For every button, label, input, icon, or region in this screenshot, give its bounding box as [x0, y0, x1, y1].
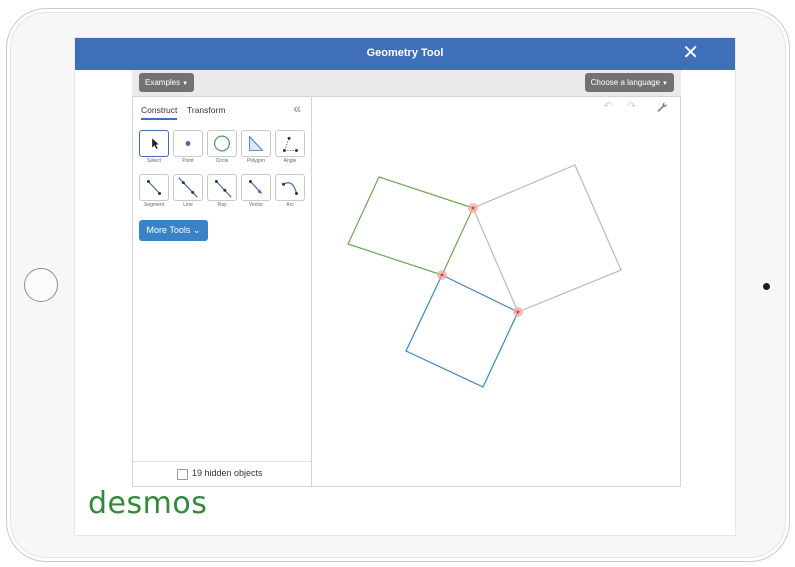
title-bar: Geometry Tool ✕ — [75, 38, 735, 70]
caret-down-icon: ▼ — [662, 81, 668, 87]
square-blue[interactable] — [405, 274, 519, 388]
tool-segment-button[interactable] — [139, 174, 169, 201]
language-button[interactable]: Choose a language ▼ — [584, 73, 674, 92]
language-label: Choose a language — [590, 78, 661, 87]
angle-icon — [282, 136, 298, 152]
polygon-icon — [249, 135, 264, 151]
circle-icon — [213, 135, 231, 152]
arc-icon — [282, 182, 298, 195]
caret-down-icon: ▼ — [182, 81, 189, 87]
tool-point-button[interactable] — [173, 130, 203, 157]
chevron-down-icon: ⌄ — [192, 225, 201, 235]
desmos-logo: desmos — [88, 486, 208, 521]
tool-ray-button[interactable] — [207, 174, 237, 201]
window-title: Geometry Tool — [366, 47, 444, 59]
tool-select-button[interactable] — [139, 130, 169, 157]
panel-tabs: Construct Transform « — [133, 97, 311, 121]
construction-drawing — [347, 164, 622, 388]
vertex-dot — [471, 206, 475, 210]
tool-circle-button[interactable] — [207, 130, 237, 157]
vertex-dot — [516, 310, 520, 314]
geometry-app: Construct Transform « Select Point Circl… — [132, 96, 681, 487]
line-icon — [178, 177, 198, 198]
segment-icon — [146, 180, 162, 195]
camera-icon — [763, 283, 770, 290]
ray-icon — [214, 180, 232, 198]
examples-label: Examples — [145, 78, 181, 87]
more-tools-label: More Tools — [146, 225, 191, 235]
hidden-objects-label: 19 hidden objects — [192, 468, 263, 478]
vertex-dot — [440, 273, 444, 277]
vector-icon — [248, 180, 263, 194]
tool-angle-button[interactable] — [275, 130, 305, 157]
point-icon — [185, 141, 191, 146]
screen: Geometry Tool ✕ Examples ▼ Choose a langu… — [75, 38, 735, 535]
home-button[interactable] — [24, 268, 58, 302]
square-gray[interactable] — [472, 164, 622, 313]
examples-button[interactable]: Examples ▼ — [139, 73, 195, 92]
hidden-objects-checkbox[interactable] — [177, 469, 188, 480]
hidden-objects-bar: 19 hidden objects — [133, 461, 311, 486]
tab-construct[interactable]: Construct — [141, 105, 178, 120]
tool-line-button[interactable] — [173, 174, 203, 201]
top-toolbar: Examples ▼ Choose a language ▼ — [132, 70, 681, 96]
tool-label: Arc — [286, 202, 294, 208]
tool-label: Angle — [283, 158, 297, 164]
tool-vector-button[interactable] — [241, 174, 271, 201]
more-tools-button[interactable]: More Tools ⌄ — [139, 220, 208, 241]
square-green[interactable] — [347, 176, 474, 276]
tool-arc-button[interactable] — [275, 174, 305, 201]
collapse-panel-icon[interactable]: « — [293, 100, 301, 116]
geometry-canvas[interactable]: ↶ ↷ — [312, 97, 680, 486]
tab-transform[interactable]: Transform — [187, 105, 225, 115]
close-icon[interactable]: ✕ — [682, 42, 699, 64]
tools-panel: Construct Transform « Select Point Circl… — [133, 97, 312, 486]
cursor-icon — [152, 138, 159, 150]
tool-polygon-button[interactable] — [241, 130, 271, 157]
